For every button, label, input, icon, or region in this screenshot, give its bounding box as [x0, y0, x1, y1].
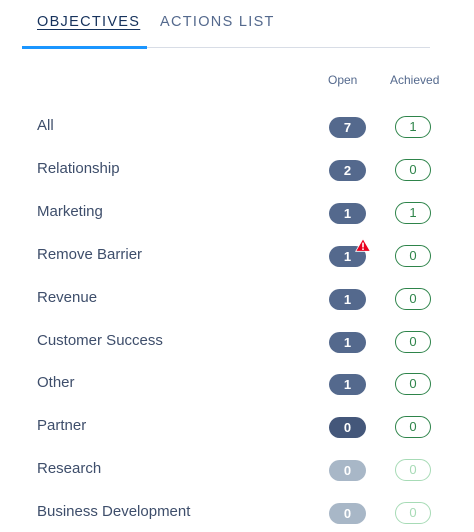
- tab-bar: OBJECTIVES ACTIONS LIST: [22, 0, 430, 49]
- active-tab-indicator: [22, 46, 147, 49]
- objective-row-marketing[interactable]: Marketing 1 1: [0, 195, 474, 231]
- achieved-count-badge: 0: [395, 159, 431, 181]
- objective-row-remove-barrier[interactable]: Remove Barrier 1 0: [0, 238, 474, 274]
- achieved-count-badge: 1: [395, 116, 431, 138]
- achieved-count-badge: 0: [395, 373, 431, 395]
- open-count-badge: 7: [329, 117, 366, 138]
- tab-actions-list[interactable]: ACTIONS LIST: [160, 14, 275, 30]
- row-label: All: [37, 117, 54, 134]
- row-label: Other: [37, 374, 75, 391]
- objective-row-other[interactable]: Other 1 0: [0, 366, 474, 402]
- open-count-badge: 2: [329, 160, 366, 181]
- open-count-badge: 1: [329, 203, 366, 224]
- open-count-badge: 1: [329, 332, 366, 353]
- objective-row-relationship[interactable]: Relationship 2 0: [0, 152, 474, 188]
- row-label: Marketing: [37, 203, 103, 220]
- objective-row-research[interactable]: Research 0 0: [0, 452, 474, 488]
- tab-objectives[interactable]: OBJECTIVES: [37, 14, 140, 30]
- warning-triangle-icon: [355, 238, 371, 252]
- open-count-badge: 0: [329, 460, 366, 481]
- achieved-count-badge: 0: [395, 502, 431, 524]
- objectives-panel: OBJECTIVES ACTIONS LIST Open Achieved Al…: [0, 0, 474, 532]
- open-count-badge: 1: [329, 289, 366, 310]
- column-header-open: Open: [328, 73, 358, 87]
- row-label: Customer Success: [37, 332, 163, 349]
- row-label: Business Development: [37, 503, 191, 520]
- row-label: Partner: [37, 417, 87, 434]
- achieved-count-badge: 0: [395, 288, 431, 310]
- open-count-badge: 1: [329, 374, 366, 395]
- achieved-count-badge: 0: [395, 416, 431, 438]
- row-label: Relationship: [37, 160, 120, 177]
- achieved-count-badge: 1: [395, 202, 431, 224]
- row-label: Revenue: [37, 289, 98, 306]
- achieved-count-badge: 0: [395, 331, 431, 353]
- objective-row-revenue[interactable]: Revenue 1 0: [0, 281, 474, 317]
- achieved-count-badge: 0: [395, 245, 431, 267]
- objective-row-partner[interactable]: Partner 0 0: [0, 409, 474, 445]
- objective-row-all[interactable]: All 7 1: [0, 109, 474, 145]
- objective-row-customer-success[interactable]: Customer Success 1 0: [0, 324, 474, 360]
- achieved-count-badge: 0: [395, 459, 431, 481]
- row-label: Research: [37, 460, 102, 477]
- row-label: Remove Barrier: [37, 246, 143, 263]
- open-count-badge: 0: [329, 503, 366, 524]
- objective-row-business-development[interactable]: Business Development 0 0: [0, 495, 474, 531]
- open-count-badge: 0: [329, 417, 366, 438]
- column-header-achieved: Achieved: [390, 73, 440, 87]
